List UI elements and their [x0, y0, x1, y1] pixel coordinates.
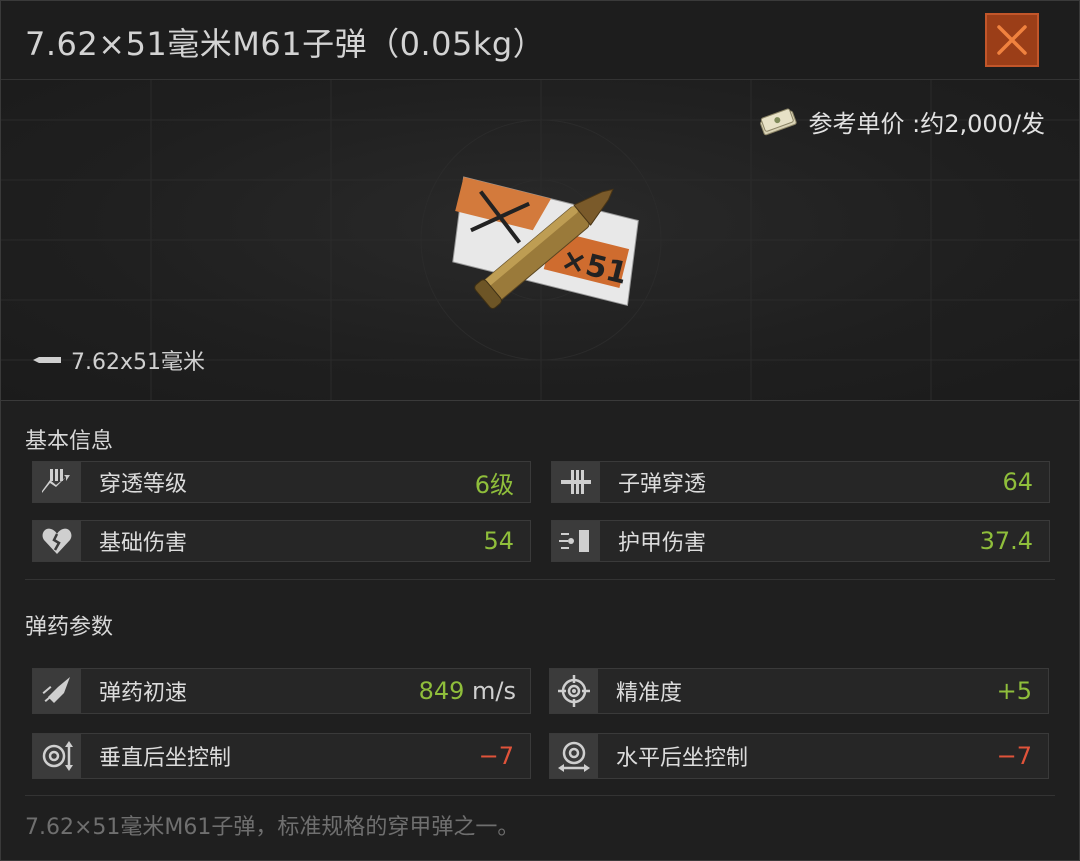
armor-damage-icon [552, 521, 600, 561]
close-icon [997, 25, 1027, 55]
stat-value: 6级 [474, 470, 514, 499]
ammo-params-heading: 弹药参数 [25, 615, 114, 640]
horizontal-recoil-icon [550, 734, 598, 778]
stat-horizontal-recoil: 水平后坐控制 −7 [549, 733, 1049, 779]
reference-price: 参考单价 :约2,000/发 [758, 104, 1045, 139]
close-button[interactable] [985, 13, 1039, 67]
stat-label: 水平后坐控制 [616, 746, 749, 771]
stat-value: 849 [418, 677, 465, 705]
price-label: 参考单价 :约2,000/发 [808, 110, 1045, 138]
stat-label: 子弹穿透 [618, 472, 707, 497]
stat-value: 64 [1002, 468, 1033, 496]
ammo-box-image: ×51 [452, 176, 639, 309]
stat-base-damage: 基础伤害 54 [32, 520, 531, 562]
item-description: 7.62×51毫米M61子弹，标准规格的穿甲弹之一。 [25, 815, 520, 840]
basic-info-heading: 基本信息 [25, 429, 114, 454]
stat-penetration-level: 穿透等级 6级 [32, 461, 531, 503]
caliber-label: 7.62x51毫米 [71, 350, 205, 375]
section-divider [25, 795, 1055, 796]
item-title: 7.62×51毫米M61子弹（0.05kg） [25, 25, 546, 63]
item-preview: 参考单价 :约2,000/发 ×51 7.62x51毫米 [1, 80, 1079, 401]
stat-vertical-recoil: 垂直后坐控制 −7 [32, 733, 531, 779]
stat-label: 弹药初速 [99, 681, 188, 706]
item-detail-panel: 7.62×51毫米M61子弹（0.05kg） 参考单价:约2,000/发 ×5… [0, 0, 1080, 861]
stat-label: 精准度 [616, 681, 683, 706]
stat-label: 护甲伤害 [618, 531, 707, 556]
section-divider [25, 579, 1055, 580]
broken-heart-icon [33, 521, 81, 561]
money-stack-icon [760, 107, 798, 135]
stat-unit: m/s [472, 677, 516, 705]
stat-value: −7 [478, 742, 514, 770]
penetration-level-icon [33, 462, 81, 502]
stat-value: +5 [996, 677, 1032, 705]
stat-accuracy: 精准度 +5 [549, 668, 1049, 714]
crosshair-icon [550, 669, 598, 713]
stat-armor-damage: 护甲伤害 37.4 [551, 520, 1050, 562]
caliber-tag: 7.62x51毫米 [33, 344, 205, 376]
stat-label: 穿透等级 [99, 472, 188, 497]
stat-label: 垂直后坐控制 [99, 746, 232, 771]
bullet-penetration-icon [552, 462, 600, 502]
stat-bullet-penetration: 子弹穿透 64 [551, 461, 1050, 503]
stat-label: 基础伤害 [99, 531, 188, 556]
stat-value: 37.4 [979, 527, 1033, 555]
stat-muzzle-velocity: 弹药初速 849 m/s [32, 668, 531, 714]
vertical-recoil-icon [33, 734, 81, 778]
bullet-icon [33, 357, 61, 363]
stat-value: −7 [996, 742, 1032, 770]
title-bar: 7.62×51毫米M61子弹（0.05kg） [1, 1, 1079, 80]
muzzle-velocity-icon [33, 669, 81, 713]
stat-value: 54 [483, 527, 514, 555]
